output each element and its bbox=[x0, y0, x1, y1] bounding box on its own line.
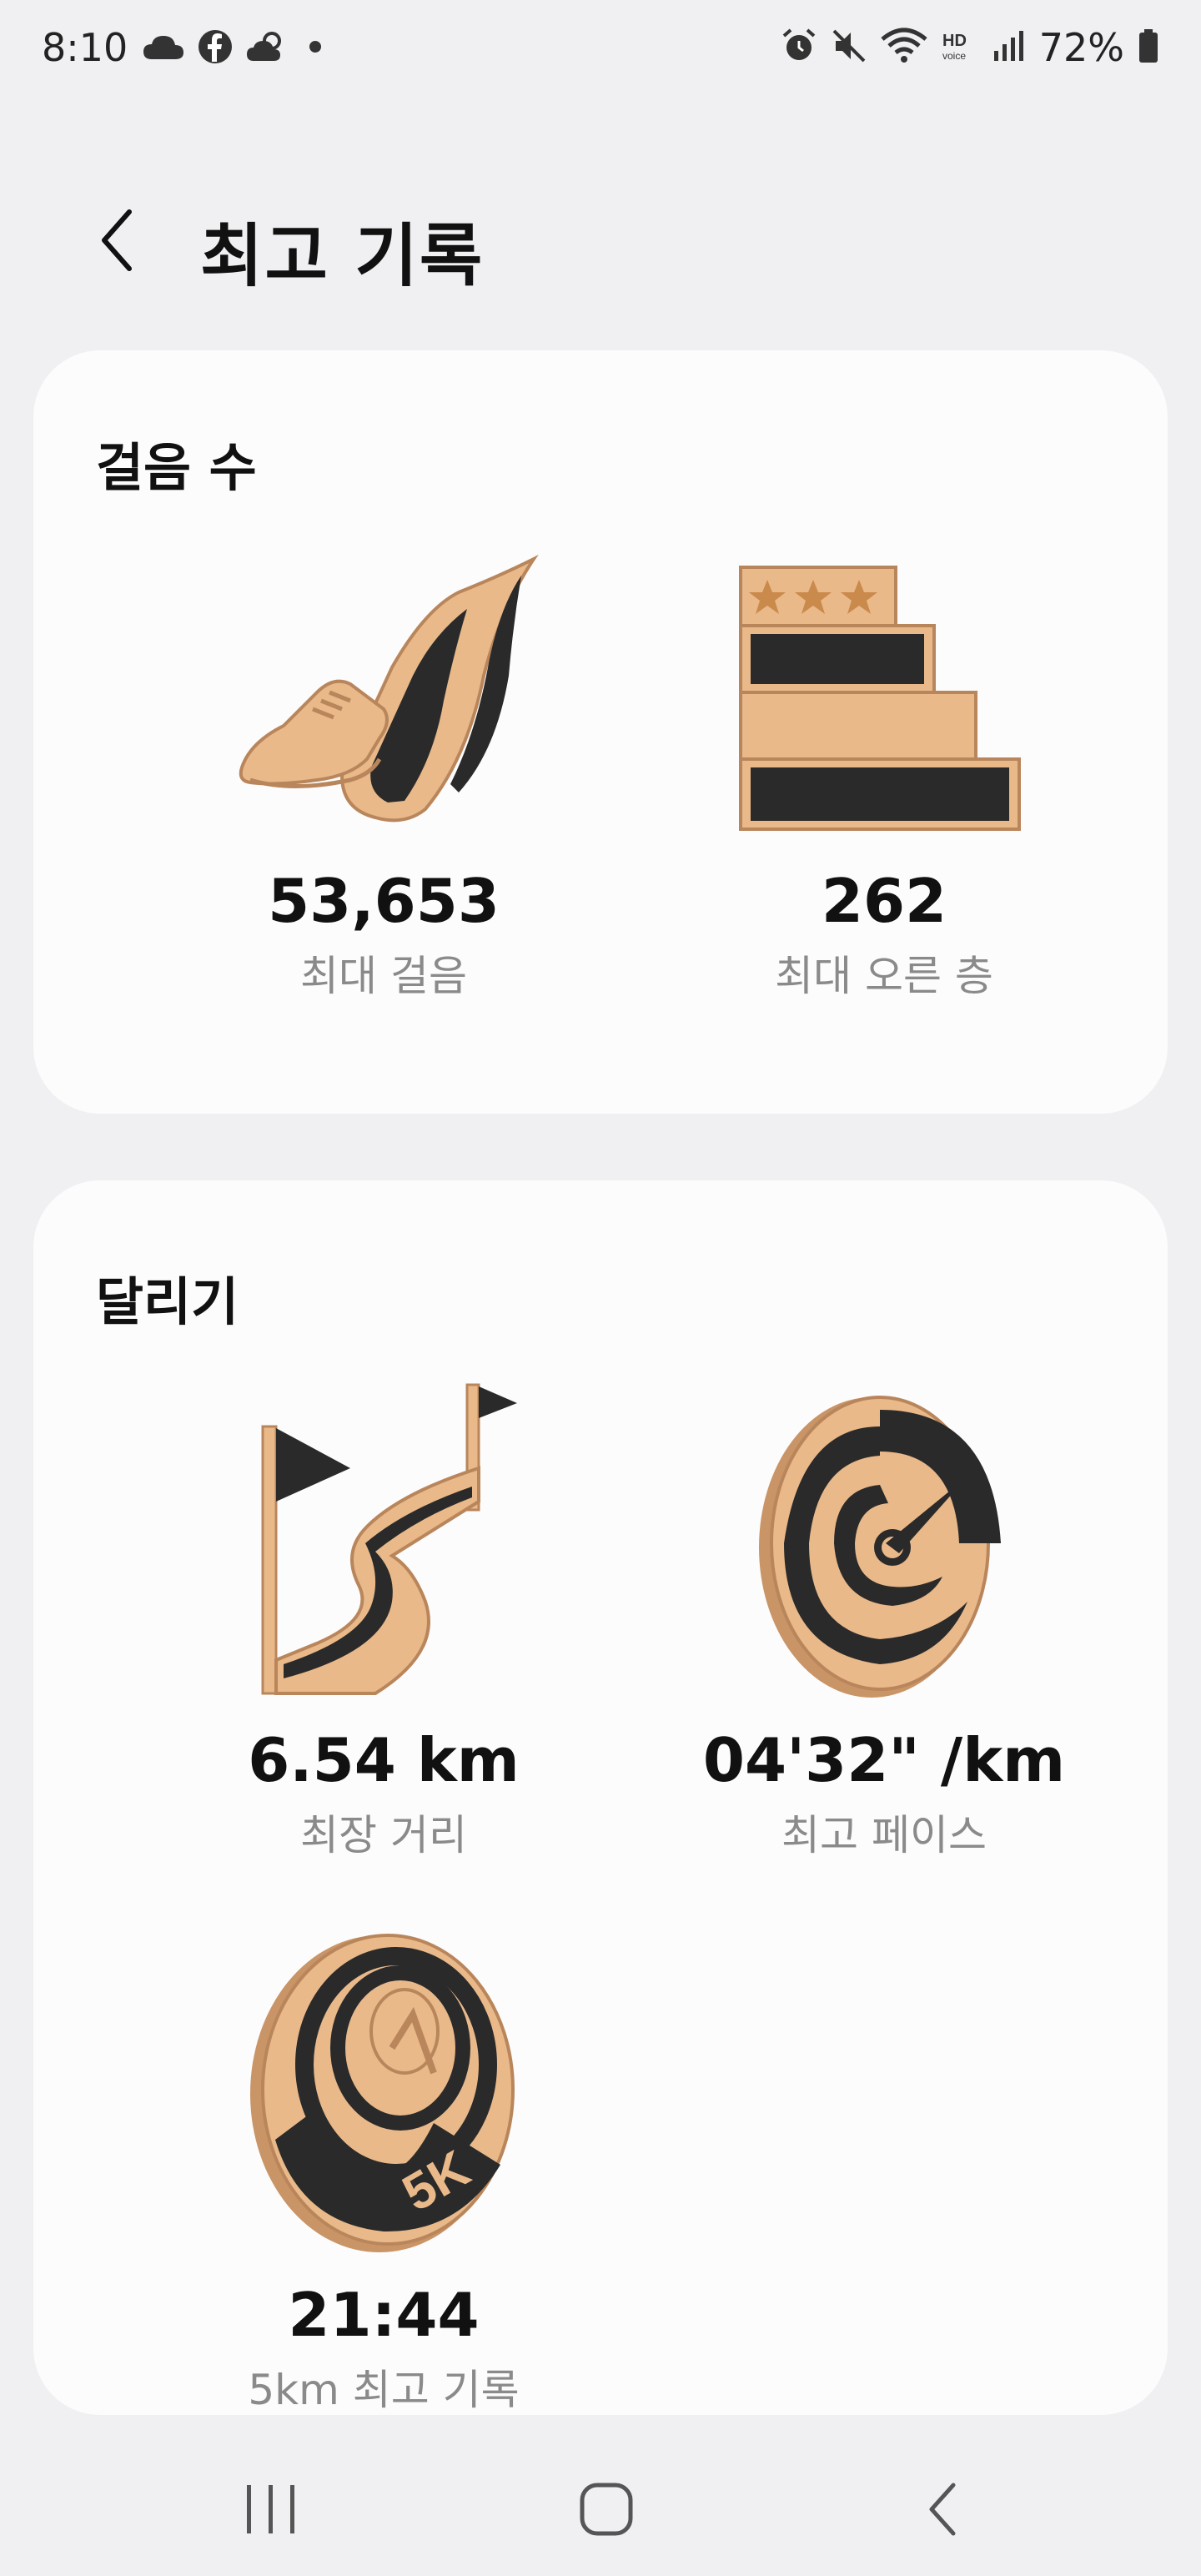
recent-apps-button[interactable] bbox=[229, 2469, 313, 2553]
longest-distance-value: 6.54 km bbox=[248, 1725, 520, 1795]
chevron-left-icon bbox=[96, 207, 138, 277]
status-bar: 8:10 HD voice 72% bbox=[0, 0, 1201, 108]
page-title: 최고 기록 bbox=[200, 217, 485, 296]
signal-icon bbox=[992, 28, 1026, 68]
max-floors-value: 262 bbox=[821, 866, 947, 936]
weather-icon bbox=[245, 29, 287, 68]
back-nav-button[interactable] bbox=[901, 2469, 984, 2553]
dot-icon bbox=[299, 38, 324, 58]
section-title: 달리기 bbox=[96, 1271, 239, 1332]
max-floors-label: 최대 오른 층 bbox=[775, 952, 993, 1000]
recent-apps-icon bbox=[242, 2480, 300, 2542]
max-steps-stat[interactable]: 53,653 최대 걸음 bbox=[167, 542, 600, 1003]
best-pace-label: 최고 페이스 bbox=[781, 1811, 987, 1859]
home-icon bbox=[577, 2480, 636, 2542]
running-card[interactable]: 달리기 6.54 km 최장 거리 04'32" /km 최고 페이스 5K 2… bbox=[33, 1180, 1168, 2415]
hd-voice-icon: HD voice bbox=[941, 28, 979, 68]
back-icon bbox=[922, 2480, 963, 2542]
header: 최고 기록 bbox=[0, 184, 1201, 309]
best-5k-value: 21:44 bbox=[288, 2280, 480, 2350]
best-5k-label: 5km 최고 기록 bbox=[248, 2366, 520, 2414]
mute-icon bbox=[831, 28, 867, 68]
best-5k-stat[interactable]: 5K 21:44 5km 최고 기록 bbox=[167, 1923, 600, 2417]
cloud-icon bbox=[142, 33, 185, 64]
home-button[interactable] bbox=[565, 2469, 648, 2553]
steps-card[interactable]: 걸음 수 53,653 최대 걸음 262 최대 오른 층 bbox=[33, 350, 1168, 1114]
speedometer-badge-icon bbox=[667, 1376, 1101, 1702]
stairs-badge-icon bbox=[667, 542, 1101, 843]
longest-distance-label: 최장 거리 bbox=[300, 1811, 467, 1859]
svg-text:voice: voice bbox=[942, 50, 966, 62]
section-title: 걸음 수 bbox=[96, 437, 257, 498]
5k-badge-icon: 5K bbox=[167, 1923, 600, 2257]
navigation-bar bbox=[0, 2436, 1201, 2576]
svg-text:HD: HD bbox=[942, 32, 967, 50]
best-pace-value: 04'32" /km bbox=[702, 1725, 1066, 1795]
max-steps-label: 최대 걸음 bbox=[300, 952, 467, 1000]
wifi-icon bbox=[881, 28, 927, 68]
best-pace-stat[interactable]: 04'32" /km 최고 페이스 bbox=[667, 1376, 1101, 1862]
shoe-badge-icon bbox=[167, 542, 600, 843]
status-time: 8:10 bbox=[42, 25, 128, 70]
max-steps-value: 53,653 bbox=[268, 866, 500, 936]
flag-path-badge-icon bbox=[167, 1376, 600, 1702]
longest-distance-stat[interactable]: 6.54 km 최장 거리 bbox=[167, 1376, 600, 1862]
max-floors-stat[interactable]: 262 최대 오른 층 bbox=[667, 542, 1101, 1003]
facebook-icon bbox=[197, 28, 234, 68]
back-button[interactable] bbox=[83, 209, 150, 275]
alarm-icon bbox=[781, 28, 817, 68]
battery-percent: 72% bbox=[1038, 25, 1124, 70]
battery-icon bbox=[1138, 28, 1159, 68]
